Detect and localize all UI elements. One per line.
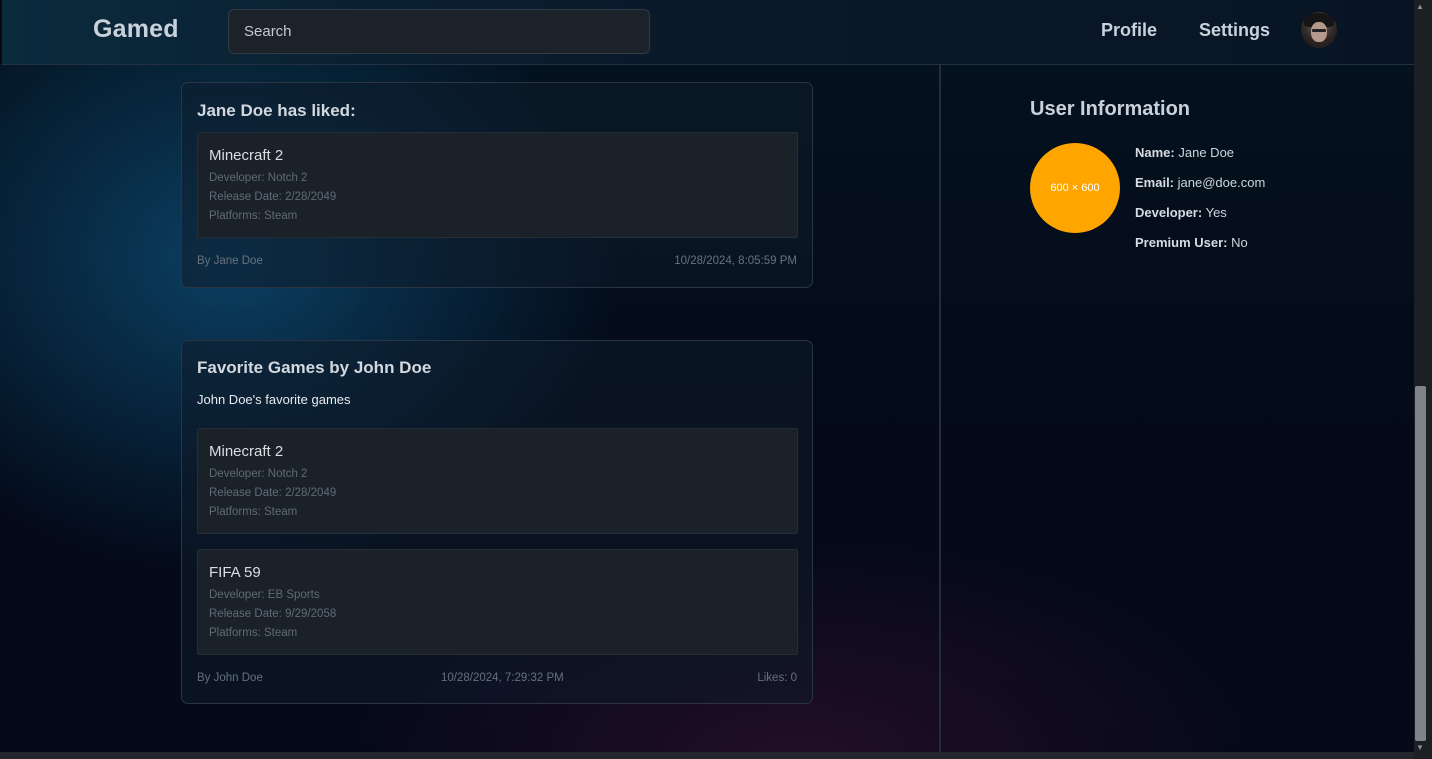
panel-divider <box>939 65 941 753</box>
search-input[interactable] <box>228 9 650 54</box>
game-release-date: Release Date: 2/28/2049 <box>209 191 337 203</box>
email-label: Email: <box>1135 175 1175 190</box>
developer-label: Developer: <box>1135 205 1203 220</box>
game-platforms: Platforms: Steam <box>209 627 298 639</box>
scroll-down-arrow-icon[interactable]: ▼ <box>1416 743 1424 752</box>
nav-profile-link[interactable]: Profile <box>1101 20 1157 41</box>
card-description: John Doe's favorite games <box>197 392 351 407</box>
game-item[interactable]: Minecraft 2 Developer: Notch 2 Release D… <box>197 132 798 238</box>
developer-value: Yes <box>1205 205 1227 220</box>
user-premium-row: Premium User: No <box>1135 235 1248 250</box>
user-email-row: Email: jane@doe.com <box>1135 175 1265 190</box>
avatar-face <box>1311 22 1327 42</box>
game-developer: Developer: Notch 2 <box>209 468 308 480</box>
user-name-row: Name: Jane Doe <box>1135 145 1234 160</box>
user-avatar[interactable] <box>1301 12 1337 48</box>
card-title: Favorite Games by John Doe <box>197 358 432 377</box>
user-image-placeholder: 600 × 600 <box>1030 143 1120 233</box>
name-label: Name: <box>1135 145 1175 160</box>
game-release-date: Release Date: 2/28/2049 <box>209 487 337 499</box>
game-developer: Developer: Notch 2 <box>209 172 308 184</box>
card-author[interactable]: By Jane Doe <box>197 255 263 267</box>
premium-value: No <box>1231 235 1248 250</box>
card-title: Jane Doe has liked: <box>197 101 356 120</box>
user-developer-row: Developer: Yes <box>1135 205 1227 220</box>
game-item[interactable]: Minecraft 2 Developer: Notch 2 Release D… <box>197 428 798 534</box>
user-info-title: User Information <box>1030 98 1191 120</box>
game-release-date: Release Date: 9/29/2058 <box>209 608 337 620</box>
avatar-eyes <box>1312 29 1326 32</box>
card-timestamp: 10/28/2024, 8:05:59 PM <box>674 255 797 267</box>
game-platforms: Platforms: Steam <box>209 506 298 518</box>
scroll-up-arrow-icon[interactable]: ▲ <box>1416 2 1424 11</box>
game-item[interactable]: FIFA 59 Developer: EB Sports Release Dat… <box>197 549 798 655</box>
game-title: Minecraft 2 <box>209 443 284 460</box>
name-value: Jane Doe <box>1178 145 1235 160</box>
horizontal-scrollbar[interactable] <box>0 752 1414 759</box>
card-author[interactable]: By John Doe <box>197 672 263 684</box>
app-logo[interactable]: Gamed <box>93 15 179 44</box>
top-navbar: Gamed Profile Settings <box>0 0 1414 65</box>
card-likes: Likes: 0 <box>757 672 797 684</box>
feed-card-favorites: Favorite Games by John Doe John Doe's fa… <box>181 340 813 704</box>
game-title: Minecraft 2 <box>209 147 284 164</box>
scrollbar-thumb[interactable] <box>1415 386 1426 741</box>
card-timestamp: 10/28/2024, 7:29:32 PM <box>441 672 564 684</box>
email-value: jane@doe.com <box>1177 175 1266 190</box>
premium-label: Premium User: <box>1135 235 1228 250</box>
feed-card-liked: Jane Doe has liked: Minecraft 2 Develope… <box>181 82 813 288</box>
game-title: FIFA 59 <box>209 564 261 581</box>
game-platforms: Platforms: Steam <box>209 210 298 222</box>
placeholder-label: 600 × 600 <box>1050 182 1100 194</box>
game-developer: Developer: EB Sports <box>209 589 320 601</box>
nav-settings-link[interactable]: Settings <box>1199 20 1270 41</box>
